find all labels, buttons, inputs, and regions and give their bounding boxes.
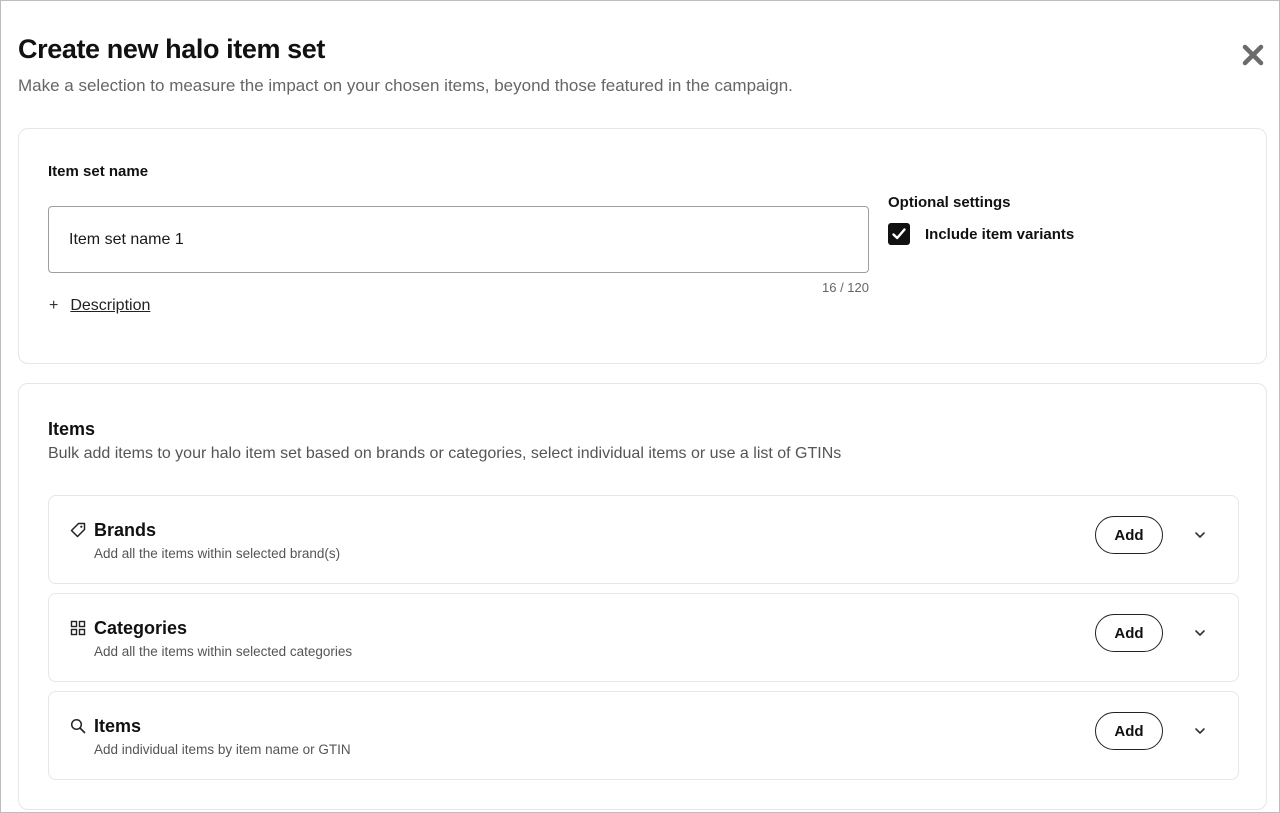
description-link[interactable]: Description bbox=[70, 297, 150, 315]
items-card: Items Bulk add items to your halo item s… bbox=[18, 383, 1267, 810]
include-variants-label: Include item variants bbox=[925, 225, 1075, 243]
add-items-button[interactable]: Add bbox=[1095, 712, 1163, 750]
add-description-button[interactable]: + Description bbox=[49, 297, 150, 315]
items-row: Items Add individual items by item name … bbox=[48, 691, 1239, 780]
checkmark-icon bbox=[892, 228, 906, 240]
include-variants-checkbox[interactable] bbox=[888, 223, 910, 245]
categories-row: Categories Add all the items within sele… bbox=[48, 593, 1239, 682]
add-categories-button[interactable]: Add bbox=[1095, 614, 1163, 652]
item-set-name-label: Item set name bbox=[48, 163, 149, 180]
page-title: Create new halo item set bbox=[18, 34, 326, 64]
chevron-down-icon[interactable] bbox=[1191, 624, 1209, 642]
items-row-title: Items bbox=[94, 716, 142, 736]
categories-subtitle: Add all the items within selected catego… bbox=[94, 644, 353, 659]
items-section-description: Bulk add items to your halo item set bas… bbox=[48, 445, 842, 462]
item-set-name-input[interactable] bbox=[48, 206, 869, 273]
brands-row: Brands Add all the items within selected… bbox=[48, 495, 1239, 584]
page-subtitle: Make a selection to measure the impact o… bbox=[18, 76, 793, 95]
chevron-down-icon[interactable] bbox=[1191, 722, 1209, 740]
close-icon bbox=[1242, 44, 1264, 66]
search-icon bbox=[69, 717, 87, 735]
item-set-name-card: Item set name 16 / 120 + Description Opt… bbox=[18, 128, 1267, 364]
chevron-down-icon[interactable] bbox=[1191, 526, 1209, 544]
brands-title: Brands bbox=[94, 520, 157, 540]
add-brands-button[interactable]: Add bbox=[1095, 516, 1163, 554]
tag-icon bbox=[69, 521, 87, 539]
plus-icon: + bbox=[49, 297, 59, 314]
grid-icon bbox=[69, 619, 87, 637]
categories-title: Categories bbox=[94, 618, 188, 638]
character-count: 16 / 120 bbox=[822, 280, 869, 295]
brands-subtitle: Add all the items within selected brand(… bbox=[94, 546, 341, 561]
items-section-title: Items bbox=[48, 419, 96, 439]
items-row-subtitle: Add individual items by item name or GTI… bbox=[94, 742, 351, 757]
include-item-variants-option[interactable]: Include item variants bbox=[888, 223, 1074, 245]
create-halo-item-set-modal: Create new halo item set Make a selectio… bbox=[0, 0, 1280, 813]
close-button[interactable] bbox=[1237, 39, 1269, 71]
optional-settings-title: Optional settings bbox=[888, 194, 1011, 211]
